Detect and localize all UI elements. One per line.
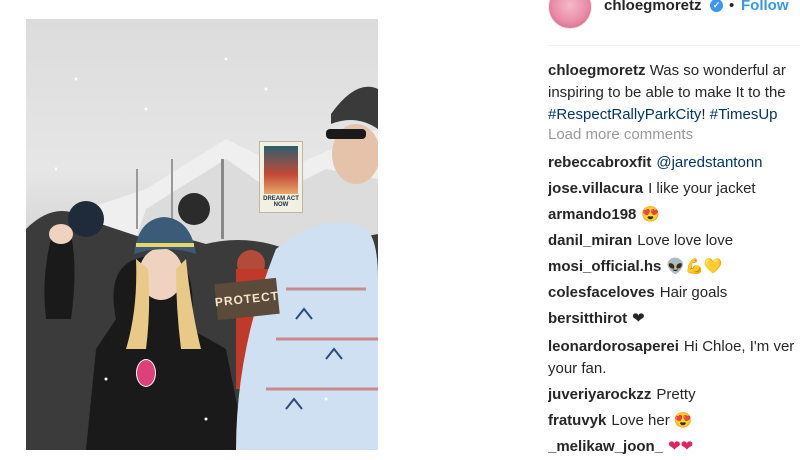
load-more-comments[interactable]: Load more comments bbox=[548, 126, 693, 143]
comment-username[interactable]: rebeccabroxfit bbox=[548, 154, 651, 171]
caption-line-1: chloegmoretz Was so wonderful ar bbox=[548, 60, 800, 82]
comment-item: colesfaceloves Hair goals bbox=[548, 280, 800, 306]
comment-item: juveriyarockzz Pretty bbox=[548, 382, 800, 408]
caption-line-3: #RespectRallyParkCity! #TimesUp bbox=[548, 104, 800, 126]
comment-item: bersitthirot ❤ bbox=[548, 306, 800, 332]
comment-mention[interactable]: @jaredstantonn bbox=[656, 154, 762, 171]
comment-username[interactable]: leonardorosaperei bbox=[548, 338, 679, 355]
comment-username[interactable]: mosi_official.hs bbox=[548, 258, 661, 275]
comment-item: mosi_official.hs 👽💪💛 bbox=[548, 254, 800, 280]
comment-text: Love her 😍 bbox=[611, 412, 693, 429]
verified-badge-icon: ✓ bbox=[710, 0, 723, 12]
comment-text-continued: your fan. bbox=[548, 360, 607, 377]
comment-text: Hair goals bbox=[659, 284, 728, 301]
header-divider bbox=[548, 45, 800, 46]
comment-item: danil_miran Love love love bbox=[548, 228, 800, 254]
comment-username[interactable]: colesfaceloves bbox=[548, 284, 655, 301]
comment-item: fratuvyk Love her 😍 bbox=[548, 408, 800, 434]
comment-username[interactable]: juveriyarockzz bbox=[548, 386, 651, 403]
caption-exclaim: ! bbox=[701, 106, 706, 123]
comment-item: jose.villacura I like your jacket bbox=[548, 176, 800, 202]
comment-username[interactable]: fratuvyk bbox=[548, 412, 606, 429]
comment-item: leonardorosaperei Hi Chloe, I'm ver your … bbox=[548, 336, 800, 380]
caption-text-2: inspiring to be able to make It to the bbox=[548, 84, 786, 101]
comment-text: Love love love bbox=[637, 232, 734, 249]
comment-text: Hi Chloe, I'm ver bbox=[683, 338, 795, 355]
comment-username[interactable]: danil_miran bbox=[548, 232, 632, 249]
post-caption: chloegmoretz Was so wonderful ar inspiri… bbox=[548, 60, 800, 126]
comment-username[interactable]: armando198 bbox=[548, 206, 636, 223]
profile-avatar[interactable] bbox=[548, 0, 592, 29]
pink-badge bbox=[136, 359, 156, 387]
follow-button[interactable]: Follow bbox=[741, 0, 789, 14]
comment-item: rebeccabroxfit @jaredstantonn bbox=[548, 150, 800, 176]
hashtag-timesup[interactable]: #TimesUp bbox=[710, 106, 778, 123]
protect-sign: PROTECT bbox=[214, 277, 280, 321]
comment-text: I like your jacket bbox=[648, 180, 756, 197]
comment-username[interactable]: jose.villacura bbox=[548, 180, 643, 197]
caption-text-1: Was so wonderful ar bbox=[649, 62, 786, 79]
comment-text: 😍 bbox=[641, 206, 661, 223]
post-photo[interactable]: DREAM ACT NOW PROTECT bbox=[26, 19, 378, 450]
comment-username[interactable]: bersitthirot bbox=[548, 310, 627, 327]
comment-text: 👽💪💛 bbox=[666, 258, 723, 275]
header-username[interactable]: chloegmoretz bbox=[604, 0, 702, 14]
comment-item: armando198 😍 bbox=[548, 202, 800, 228]
comment-username[interactable]: _melikaw_joon_ bbox=[548, 438, 663, 455]
hashtag-respectrally[interactable]: #RespectRallyParkCity bbox=[548, 106, 701, 123]
caption-username[interactable]: chloegmoretz bbox=[548, 62, 646, 79]
poster-portrait bbox=[264, 146, 298, 194]
dream-act-sign: DREAM ACT NOW bbox=[259, 141, 303, 213]
dream-act-sign-text: DREAM ACT NOW bbox=[263, 196, 299, 208]
comments-list: rebeccabroxfit @jaredstantonn jose.villac… bbox=[548, 150, 800, 460]
header-separator: • bbox=[729, 0, 735, 14]
comment-text: Pretty bbox=[656, 386, 696, 403]
photo-illustration bbox=[26, 57, 378, 450]
comment-item: _melikaw_joon_ ❤❤ bbox=[548, 434, 800, 460]
comment-text: ❤ bbox=[632, 310, 645, 327]
comment-text: ❤❤ bbox=[668, 438, 694, 455]
